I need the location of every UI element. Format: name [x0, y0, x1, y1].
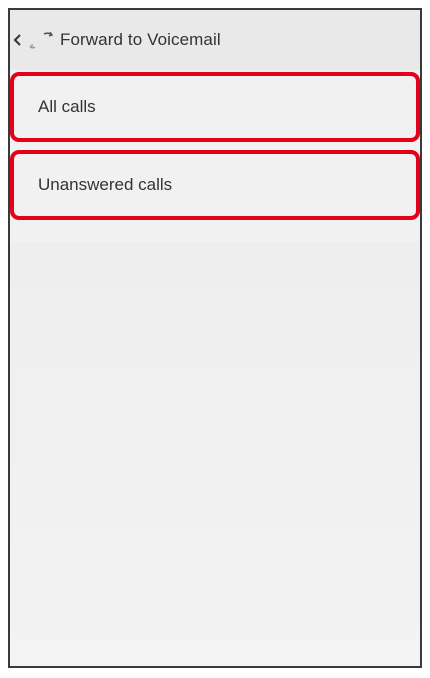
phone-forward-icon — [29, 31, 54, 49]
option-all-calls[interactable]: All calls — [10, 72, 420, 142]
chevron-left-icon — [13, 34, 21, 46]
empty-content-area — [10, 242, 420, 666]
page-title: Forward to Voicemail — [60, 30, 221, 49]
option-label: All calls — [38, 97, 96, 116]
option-label: Unanswered calls — [38, 175, 173, 194]
phone-screen: Forward to Voicemail All calls Unanswere… — [8, 8, 422, 668]
action-bar: Forward to Voicemail — [10, 10, 420, 70]
forward-options-list: All calls Unanswered calls — [10, 68, 420, 228]
option-unanswered-calls[interactable]: Unanswered calls — [10, 150, 420, 220]
back-button[interactable] — [10, 10, 56, 70]
